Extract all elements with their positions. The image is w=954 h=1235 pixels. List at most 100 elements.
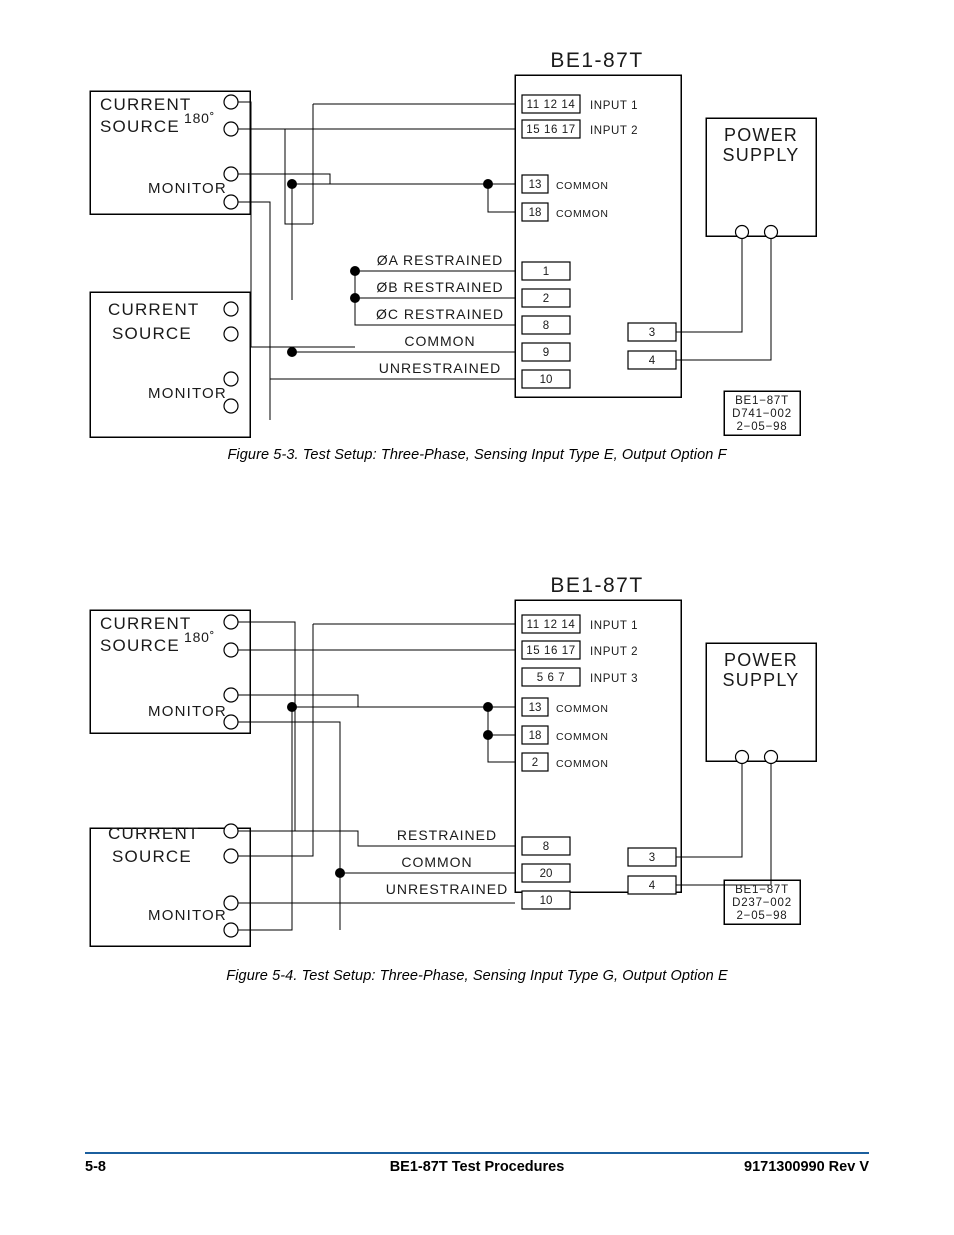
source-upper-port-3 <box>223 166 239 182</box>
source-lower-port-2 <box>223 326 239 342</box>
power-supply-port-1 <box>734 749 750 765</box>
terminal-pins: 2 <box>543 293 549 305</box>
terminal-pins: 9 <box>543 347 549 359</box>
relay-terminal-group: 11 12 14 INPUT 1 15 16 17 INPUT 2 5 6 7 … <box>521 614 677 910</box>
power-supply-port-2 <box>763 224 779 240</box>
terminal-label: COMMON <box>556 208 609 220</box>
terminal-pins: 15 16 17 <box>526 124 576 136</box>
terminal-label: INPUT 2 <box>590 646 638 658</box>
terminal-pins: 13 <box>529 702 542 714</box>
terminal-pins: 8 <box>543 320 549 332</box>
terminal-pins: 2 <box>532 757 538 769</box>
source-upper-port-2 <box>223 121 239 137</box>
junction-dot <box>287 347 297 357</box>
source-upper-port-3 <box>223 687 239 703</box>
terminal-pins: 18 <box>529 730 542 742</box>
figure-5-3-caption: Figure 5-3. Test Setup: Three-Phase, Sen… <box>227 447 727 463</box>
terminal-pins: 1 <box>543 266 549 278</box>
junction-dot <box>335 868 345 878</box>
footer-rule <box>85 1152 869 1154</box>
wire-label: UNRESTRAINED <box>379 360 501 376</box>
terminal-label: INPUT 1 <box>590 620 638 632</box>
drawing-ref-line2: D237−002 <box>732 897 792 909</box>
source-upper-port-4 <box>223 194 239 210</box>
source-lower-port-3 <box>223 895 239 911</box>
current-source-lower-monitor-label: MONITOR <box>148 385 227 402</box>
terminal-label: INPUT 3 <box>590 673 638 685</box>
current-source-lower-line2: SOURCE <box>112 324 192 343</box>
wire-label: UNRESTRAINED <box>386 881 508 897</box>
terminal-pins: 5 6 7 <box>537 672 566 684</box>
junction-dot <box>483 730 493 740</box>
current-source-upper-phase: 180˚ <box>184 110 215 126</box>
terminal-pins: 20 <box>540 868 553 880</box>
figure-5-4-diagram: BE1-87T POWER SUPPLY CURRENT SOURCE 180˚… <box>89 574 817 947</box>
current-source-upper-line1: CURRENT <box>100 95 192 114</box>
source-lower-port-2 <box>223 848 239 864</box>
current-source-upper-line2: SOURCE <box>100 117 180 136</box>
terminal-label: COMMON <box>556 180 609 192</box>
terminal-pins: 4 <box>649 880 656 892</box>
document-page: BE1-87T POWER SUPPLY CURRENT SOURCE 180˚… <box>0 0 954 1235</box>
drawing-ref-line3: 2−05−98 <box>736 421 787 433</box>
drawing-ref-line1: BE1−87T <box>735 395 789 407</box>
drawing-ref-line1: BE1−87T <box>735 884 789 896</box>
current-source-lower-monitor-label: MONITOR <box>148 907 227 924</box>
source-lower-port-1 <box>223 301 239 317</box>
source-upper-port-4 <box>223 714 239 730</box>
wire-label: COMMON <box>401 854 472 870</box>
terminal-pins: 15 16 17 <box>526 645 576 657</box>
terminal-label: COMMON <box>556 731 609 743</box>
power-supply-port-2 <box>763 749 779 765</box>
relay-title: BE1-87T <box>550 49 643 72</box>
current-source-upper-monitor-label: MONITOR <box>148 180 227 197</box>
terminal-label: INPUT 2 <box>590 125 638 137</box>
current-source-upper-line2: SOURCE <box>100 636 180 655</box>
power-supply-label-line1: POWER <box>724 125 798 145</box>
terminal-label: COMMON <box>556 758 609 770</box>
drawing-ref-line3: 2−05−98 <box>736 910 787 922</box>
terminal-pins: 8 <box>543 841 549 853</box>
wire-label: ØA RESTRAINED <box>377 252 504 268</box>
wire-label: ØC RESTRAINED <box>376 306 504 322</box>
source-lower-port-4 <box>223 922 239 938</box>
terminal-pins: 11 12 14 <box>527 99 576 111</box>
footer-doc-number: 9171300990 Rev V <box>744 1159 869 1175</box>
page-footer: 5-8 BE1-87T Test Procedures 9171300990 R… <box>85 1159 869 1181</box>
terminal-pins: 11 12 14 <box>527 619 576 631</box>
current-source-upper-monitor-label: MONITOR <box>148 703 227 720</box>
junction-dot <box>287 179 297 189</box>
junction-dot <box>483 702 493 712</box>
junction-dot <box>483 179 493 189</box>
wire-label: ØB RESTRAINED <box>376 279 503 295</box>
figure-5-4-caption: Figure 5-4. Test Setup: Three-Phase, Sen… <box>226 968 728 984</box>
terminal-pins: 13 <box>529 179 542 191</box>
terminal-label: INPUT 1 <box>590 100 638 112</box>
relay-title: BE1-87T <box>550 574 643 597</box>
current-source-lower-line1: CURRENT <box>108 300 200 319</box>
terminal-pins: 10 <box>540 374 553 386</box>
power-supply-label-line2: SUPPLY <box>723 670 800 690</box>
terminal-pins: 3 <box>649 852 655 864</box>
power-supply-label-line1: POWER <box>724 650 798 670</box>
drawing-ref-line2: D741−002 <box>732 408 792 420</box>
terminal-pins: 18 <box>529 207 542 219</box>
terminal-pins: 4 <box>649 355 656 367</box>
terminal-pins: 10 <box>540 895 553 907</box>
relay-terminal-group: 11 12 14 INPUT 1 15 16 17 INPUT 2 13 COM… <box>521 94 677 389</box>
source-lower-port-3 <box>223 371 239 387</box>
source-lower-port-1 <box>223 823 239 839</box>
power-supply-label-line2: SUPPLY <box>723 145 800 165</box>
terminal-label: COMMON <box>556 703 609 715</box>
current-source-lower-line1: CURRENT <box>108 824 200 843</box>
figure-5-3-diagram: BE1-87T POWER SUPPLY CURRENT SOURCE 180˚… <box>89 49 817 438</box>
power-supply-port-1 <box>734 224 750 240</box>
source-upper-port-1 <box>223 94 239 110</box>
wire-label: COMMON <box>404 333 475 349</box>
terminal-pins: 3 <box>649 327 655 339</box>
wire-label: RESTRAINED <box>397 827 497 843</box>
source-lower-port-4 <box>223 398 239 414</box>
source-upper-port-2 <box>223 642 239 658</box>
current-source-lower-line2: SOURCE <box>112 847 192 866</box>
current-source-upper-phase: 180˚ <box>184 629 215 645</box>
